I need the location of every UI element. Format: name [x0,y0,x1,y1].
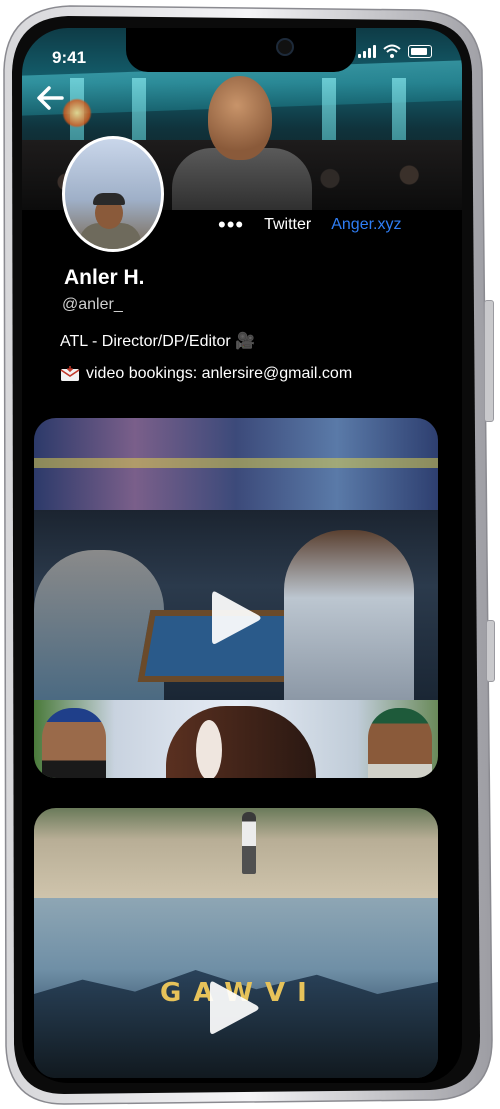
wifi-icon [383,44,401,58]
bio-bookings-text: video bookings: anlersire@gmail.com [86,365,353,382]
back-arrow-icon[interactable] [32,80,68,116]
video-thumbnail-top [34,808,438,898]
signal-icon [358,44,376,58]
notch [126,28,356,72]
video-thumbnail-top [34,418,438,510]
play-icon[interactable] [206,978,262,1038]
profile-handle: @anler_ [62,296,123,313]
status-icons [358,44,432,58]
power-button [484,300,494,422]
profile-links: ••• Twitter Anger.xyz [218,214,402,236]
video-thumbnail-bottom [34,700,438,778]
front-camera [276,38,294,56]
battery-icon [408,44,432,58]
envelope-icon [60,366,80,381]
app-screen: 9:41 ••• Twitter Anger.xyz Anler H. @anl… [22,28,462,1083]
status-time: 9:41 [52,48,87,67]
profile-bio-line2: video bookings: anlersire@gmail.com [60,365,352,383]
profile-avatar[interactable] [62,136,164,252]
side-button [486,620,495,682]
play-icon[interactable] [208,588,264,648]
website-link[interactable]: Anger.xyz [331,216,401,234]
profile-bio-line1: ATL - Director/DP/Editor 🎥 [60,333,256,350]
more-icon[interactable]: ••• [218,214,244,236]
video-card[interactable]: GAWVI [34,808,438,1078]
twitter-link[interactable]: Twitter [264,216,311,234]
profile-name: Anler H. [64,266,145,289]
video-card[interactable] [34,418,438,778]
